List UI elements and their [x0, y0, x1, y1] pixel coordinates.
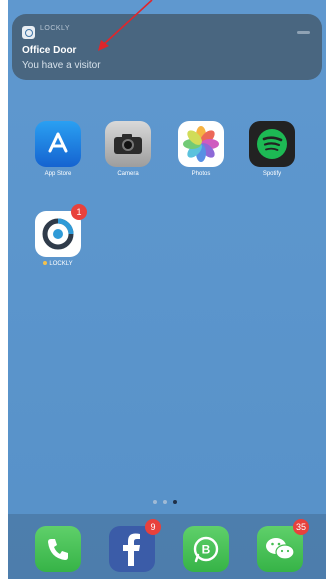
dock: 9 B 35 — [8, 514, 326, 579]
lockly-notification-icon — [22, 26, 35, 39]
notification-badge: 9 — [145, 519, 161, 535]
app-store-app[interactable]: App Store — [28, 121, 88, 177]
app-label: LOCKLY — [28, 261, 88, 267]
camera-icon — [105, 121, 151, 167]
photos-icon — [178, 121, 224, 167]
spotify-app[interactable]: Spotify — [242, 121, 302, 177]
wechat-icon[interactable]: 35 — [257, 519, 309, 572]
facebook-icon[interactable]: 9 — [109, 519, 161, 572]
page-dot — [163, 500, 167, 504]
page-dot — [153, 500, 157, 504]
app-store-icon — [35, 121, 81, 167]
notification-title: Office Door — [22, 45, 77, 56]
page-dot-current — [173, 500, 177, 504]
phone-icon[interactable] — [35, 526, 81, 572]
notification-grabber — [297, 31, 310, 34]
camera-app[interactable]: Camera — [98, 121, 158, 177]
app-label: Spotify — [262, 171, 282, 177]
page-indicator[interactable] — [153, 500, 177, 504]
notification-app-name: LOCKLY — [40, 25, 71, 32]
new-app-dot-icon — [43, 261, 48, 266]
notification-body: You have a visitor — [22, 60, 101, 71]
lockly-app[interactable]: 1 LOCKLY — [28, 204, 88, 267]
app-label: Camera — [117, 171, 139, 177]
notification-badge: 1 — [71, 204, 87, 220]
home-screen: LOCKLY Office Door You have a visitor Ap… — [8, 0, 326, 579]
app-label: App Store — [44, 171, 72, 177]
whatsapp-business-icon[interactable]: B — [183, 526, 229, 572]
spotify-icon — [249, 121, 295, 167]
notification-banner[interactable]: LOCKLY Office Door You have a visitor — [12, 14, 322, 80]
svg-text:B: B — [202, 543, 211, 557]
notification-badge: 35 — [293, 519, 309, 535]
lockly-icon: 1 — [35, 204, 87, 257]
app-label: Photos — [191, 171, 211, 177]
lockly-label: LOCKLY — [49, 261, 73, 267]
photos-app[interactable]: Photos — [171, 121, 231, 177]
